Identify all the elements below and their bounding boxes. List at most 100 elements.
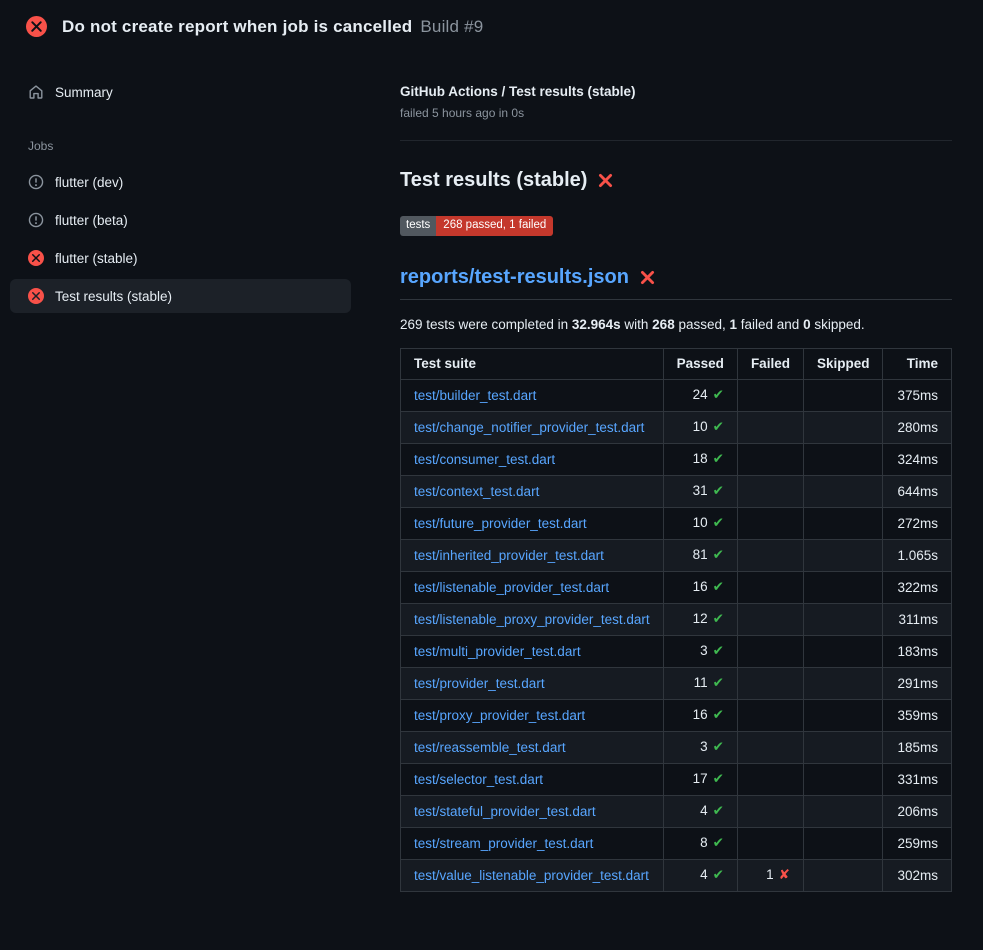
run-header: Do not create report when job is cancell… (0, 0, 983, 51)
sidebar-job-item[interactable]: Test results (stable) (10, 279, 351, 313)
passed-cell: 4✔ (663, 859, 737, 891)
failed-x-icon (597, 172, 614, 189)
suite-cell: test/change_notifier_provider_test.dart (401, 411, 664, 443)
job-status-icon (28, 174, 44, 190)
time-cell: 206ms (883, 795, 952, 827)
failed-cell (737, 475, 803, 507)
passed-cell: 11✔ (663, 667, 737, 699)
skipped-cell (803, 731, 883, 763)
time-cell: 291ms (883, 667, 952, 699)
results-table: Test suitePassedFailedSkippedTime test/b… (400, 348, 952, 892)
skipped-cell (803, 763, 883, 795)
suite-link[interactable]: test/stream_provider_test.dart (414, 836, 593, 851)
time-cell: 302ms (883, 859, 952, 891)
table-row: test/value_listenable_provider_test.dart… (401, 859, 952, 891)
check-icon: ✔ (713, 643, 724, 658)
suite-link[interactable]: test/builder_test.dart (414, 388, 536, 403)
summary-line: 269 tests were completed in 32.964s with… (400, 317, 952, 332)
check-icon: ✔ (713, 419, 724, 434)
check-icon: ✔ (713, 707, 724, 722)
suite-link[interactable]: test/proxy_provider_test.dart (414, 708, 585, 723)
suite-cell: test/context_test.dart (401, 475, 664, 507)
skipped-cell (803, 859, 883, 891)
time-cell: 272ms (883, 507, 952, 539)
jobs-heading: Jobs (0, 113, 400, 165)
job-status-icon (28, 250, 44, 266)
report-link[interactable]: reports/test-results.json (400, 266, 629, 289)
table-row: test/consumer_test.dart 18✔ 324ms (401, 443, 952, 475)
badge-value: 268 passed, 1 failed (436, 216, 553, 236)
suite-link[interactable]: test/stateful_provider_test.dart (414, 804, 596, 819)
failed-cell (737, 667, 803, 699)
home-icon (28, 84, 44, 100)
tests-badge: tests 268 passed, 1 failed (400, 216, 553, 236)
sidebar-job-item[interactable]: flutter (dev) (10, 165, 351, 199)
suite-link[interactable]: test/reassemble_test.dart (414, 740, 566, 755)
count-value: 10 (693, 515, 708, 530)
count-value: 31 (693, 483, 708, 498)
failed-x-icon (639, 269, 656, 286)
skipped-cell (803, 411, 883, 443)
suite-link[interactable]: test/change_notifier_provider_test.dart (414, 420, 644, 435)
suite-link[interactable]: test/value_listenable_provider_test.dart (414, 868, 649, 883)
passed-cell: 8✔ (663, 827, 737, 859)
check-icon: ✔ (713, 579, 724, 594)
table-row: test/listenable_proxy_provider_test.dart… (401, 603, 952, 635)
section-title-text: Test results (stable) (400, 169, 587, 192)
count-value: 16 (693, 707, 708, 722)
check-icon: ✔ (713, 387, 724, 402)
divider (400, 140, 952, 141)
results-table-body: test/builder_test.dart 24✔ 375ms test/ch… (401, 379, 952, 891)
failed-cell (737, 443, 803, 475)
passed-cell: 31✔ (663, 475, 737, 507)
table-row: test/listenable_provider_test.dart 16✔ 3… (401, 571, 952, 603)
sidebar-job-item[interactable]: flutter (beta) (10, 203, 351, 237)
job-label: flutter (dev) (55, 175, 123, 190)
job-label: flutter (stable) (55, 251, 138, 266)
suite-link[interactable]: test/consumer_test.dart (414, 452, 555, 467)
passed-cell: 17✔ (663, 763, 737, 795)
job-label: flutter (beta) (55, 213, 128, 228)
table-header-row: Test suitePassedFailedSkippedTime (401, 348, 952, 379)
jobs-list: flutter (dev) flutter (beta) flutter (st… (0, 165, 400, 313)
check-icon: ✔ (713, 803, 724, 818)
passed-cell: 3✔ (663, 635, 737, 667)
table-row: test/selector_test.dart 17✔ 331ms (401, 763, 952, 795)
suite-link[interactable]: test/selector_test.dart (414, 772, 543, 787)
count-value: 10 (693, 419, 708, 434)
table-row: test/multi_provider_test.dart 3✔ 183ms (401, 635, 952, 667)
table-row: test/future_provider_test.dart 10✔ 272ms (401, 507, 952, 539)
column-header: Test suite (401, 348, 664, 379)
count-value: 3 (700, 739, 708, 754)
passed-cell: 18✔ (663, 443, 737, 475)
table-row: test/stream_provider_test.dart 8✔ 259ms (401, 827, 952, 859)
table-row: test/change_notifier_provider_test.dart … (401, 411, 952, 443)
sidebar-item-summary[interactable]: Summary (10, 75, 351, 109)
section-title: Test results (stable) (400, 169, 952, 192)
suite-link[interactable]: test/listenable_provider_test.dart (414, 580, 609, 595)
run-title: Do not create report when job is cancell… (62, 17, 483, 37)
passed-cell: 10✔ (663, 507, 737, 539)
table-row: test/builder_test.dart 24✔ 375ms (401, 379, 952, 411)
suite-link[interactable]: test/inherited_provider_test.dart (414, 548, 604, 563)
suite-link[interactable]: test/provider_test.dart (414, 676, 545, 691)
check-icon: ✔ (713, 451, 724, 466)
suite-link[interactable]: test/context_test.dart (414, 484, 539, 499)
count-value: 4 (700, 867, 708, 882)
time-cell: 324ms (883, 443, 952, 475)
suite-cell: test/multi_provider_test.dart (401, 635, 664, 667)
count-value: 8 (700, 835, 708, 850)
sidebar-job-item[interactable]: flutter (stable) (10, 241, 351, 275)
failed-cell (737, 411, 803, 443)
suite-link[interactable]: test/multi_provider_test.dart (414, 644, 581, 659)
suite-link[interactable]: test/listenable_proxy_provider_test.dart (414, 612, 650, 627)
summary-label: Summary (55, 85, 113, 100)
suite-cell: test/consumer_test.dart (401, 443, 664, 475)
failed-cell (737, 603, 803, 635)
breadcrumb: GitHub Actions / Test results (stable) (400, 84, 952, 99)
suite-link[interactable]: test/future_provider_test.dart (414, 516, 587, 531)
column-header: Passed (663, 348, 737, 379)
check-icon: ✔ (713, 867, 724, 882)
count-value: 16 (693, 579, 708, 594)
skipped-cell (803, 443, 883, 475)
